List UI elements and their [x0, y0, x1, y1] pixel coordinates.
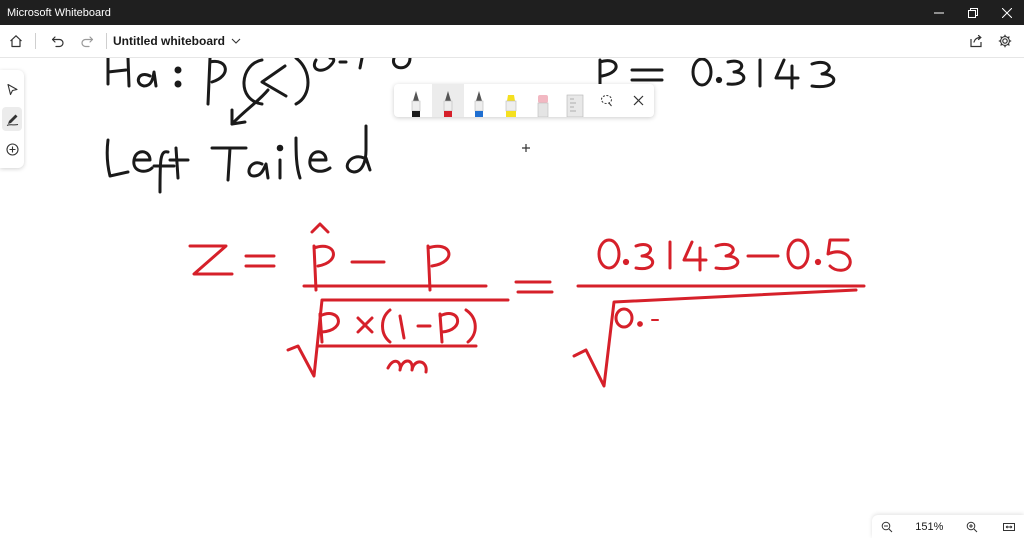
home-icon: [10, 35, 22, 48]
eraser-icon: [537, 95, 549, 117]
redo-button[interactable]: [74, 28, 100, 54]
whiteboard-canvas[interactable]: [0, 58, 1024, 538]
red-pen-button[interactable]: [431, 84, 464, 117]
inking-tool-button[interactable]: [2, 107, 22, 131]
share-icon: [970, 34, 982, 48]
zoom-level[interactable]: 151%: [915, 521, 943, 533]
zoom-controls: 151%: [872, 515, 1024, 538]
pen-icon: [6, 114, 18, 126]
black-pen-icon: [411, 91, 421, 117]
ink-numerator: [310, 222, 451, 292]
fit-screen-icon: [1002, 522, 1015, 531]
zoom-out-icon: [881, 521, 893, 532]
ruler-icon: [566, 94, 583, 117]
settings-button[interactable]: [992, 28, 1018, 54]
ink-layer: [105, 58, 866, 388]
share-button[interactable]: [963, 28, 989, 54]
zoom-in-button[interactable]: [963, 518, 981, 536]
close-icon: [633, 95, 644, 106]
undo-icon: [51, 36, 64, 48]
restore-button[interactable]: [956, 0, 990, 25]
tool-rail: [0, 70, 24, 168]
app-toolbar: Untitled whiteboard: [0, 25, 1024, 58]
lasso-select-button[interactable]: [591, 84, 623, 117]
zoom-out-button[interactable]: [878, 518, 896, 536]
close-window-button[interactable]: [990, 0, 1024, 25]
pen-tray: [394, 84, 654, 117]
ink-right-denominator: [572, 288, 858, 388]
minimize-button[interactable]: [922, 0, 956, 25]
toolbar-divider: [35, 33, 36, 49]
fit-to-screen-button[interactable]: [1000, 518, 1018, 536]
chevron-down-icon: [231, 38, 241, 44]
lasso-icon: [600, 95, 612, 107]
gear-icon: [998, 34, 1012, 48]
ink-right-numerator: [597, 238, 852, 272]
ink-dot: [522, 144, 530, 152]
ink-ha-hypothesis: [106, 58, 412, 126]
blue-pen-button[interactable]: [464, 84, 496, 117]
undo-button[interactable]: [45, 28, 71, 54]
home-button[interactable]: [3, 28, 29, 54]
ink-equals-2: [514, 280, 554, 294]
pointer-icon: [6, 83, 18, 95]
highlighter-icon: [505, 95, 517, 117]
select-tool-button[interactable]: [2, 77, 22, 101]
plus-circle-icon: [5, 142, 19, 156]
zoom-in-icon: [966, 521, 978, 532]
app-title: Microsoft Whiteboard: [7, 6, 111, 19]
blue-pen-icon: [475, 91, 484, 117]
highlighter-button[interactable]: [495, 84, 527, 117]
document-title: Untitled whiteboard: [113, 34, 225, 48]
eraser-button[interactable]: [527, 84, 559, 117]
toolbar-divider: [106, 33, 107, 49]
red-pen-icon: [443, 91, 452, 117]
document-title-dropdown[interactable]: Untitled whiteboard: [113, 34, 241, 48]
close-pen-tray-button[interactable]: [622, 84, 654, 117]
black-pen-button[interactable]: [400, 84, 432, 117]
redo-icon: [81, 36, 94, 48]
ink-denominator: [286, 298, 510, 378]
ruler-button[interactable]: [559, 84, 591, 117]
ink-z-equals: [188, 244, 276, 276]
title-bar: Microsoft Whiteboard: [0, 0, 1024, 25]
ink-left-tailed: [105, 124, 372, 194]
add-content-button[interactable]: [2, 137, 22, 161]
